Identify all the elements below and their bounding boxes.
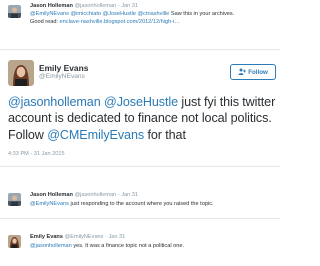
mention-josehustle[interactable]: @JoseHustle bbox=[104, 95, 178, 109]
tweet-text-line2: Good read: bbox=[30, 19, 60, 25]
author-handle[interactable]: @jasonholleman bbox=[74, 192, 116, 198]
tweet-text: yes. It was a finance topic not a politi… bbox=[71, 243, 185, 249]
follow-person-icon bbox=[238, 68, 247, 77]
follow-button[interactable]: Follow bbox=[230, 64, 276, 80]
mention[interactable]: @EmilyNEvans bbox=[30, 201, 69, 207]
follow-label: Follow bbox=[248, 68, 268, 76]
divider bbox=[0, 49, 280, 50]
main-tweet-text: @jasonholleman @JoseHustle just fyi this… bbox=[8, 94, 280, 143]
tweet-text: Saw this in your archives. bbox=[169, 11, 235, 17]
tweet-time[interactable]: · Jan 31 bbox=[118, 3, 138, 9]
jason-avatar[interactable] bbox=[8, 5, 21, 18]
jason-avatar[interactable] bbox=[8, 193, 21, 206]
tweet-time[interactable]: · Jan 31 bbox=[118, 192, 138, 198]
main-author-name[interactable]: Emily Evans bbox=[39, 63, 88, 73]
main-author-handle[interactable]: @EmilyNEvans bbox=[39, 73, 85, 80]
author-name[interactable]: Jason Holleman bbox=[30, 3, 73, 9]
author-name[interactable]: Jason Holleman bbox=[30, 192, 73, 198]
author-handle[interactable]: @EmilyNEvans bbox=[65, 234, 104, 240]
author-handle[interactable]: @jasonholleman bbox=[74, 3, 116, 9]
main-text-end: for that bbox=[144, 127, 186, 142]
timestamp[interactable]: 4:33 PM - 31 Jan 2015 bbox=[8, 151, 65, 157]
author-name[interactable]: Emily Evans bbox=[30, 234, 63, 240]
tweet-text: just responding to the account where you… bbox=[68, 201, 214, 207]
divider bbox=[0, 166, 280, 167]
tweet-time[interactable]: · Jan 31 bbox=[105, 234, 125, 240]
divider bbox=[0, 218, 280, 219]
mention[interactable]: @jasonholleman bbox=[30, 243, 72, 249]
mention-jasonholleman[interactable]: @jasonholleman bbox=[8, 95, 101, 109]
mentions[interactable]: @EmilyNEvans @imicchiato @JoseHustle @ct… bbox=[30, 11, 169, 17]
mention-cmemilyevans[interactable]: @CMEmilyEvans bbox=[47, 128, 144, 142]
blog-link[interactable]: enclave-nashville.blogspot.com/2012/12/h… bbox=[60, 19, 180, 25]
emily-avatar[interactable] bbox=[8, 235, 21, 248]
emily-avatar[interactable] bbox=[8, 60, 34, 86]
